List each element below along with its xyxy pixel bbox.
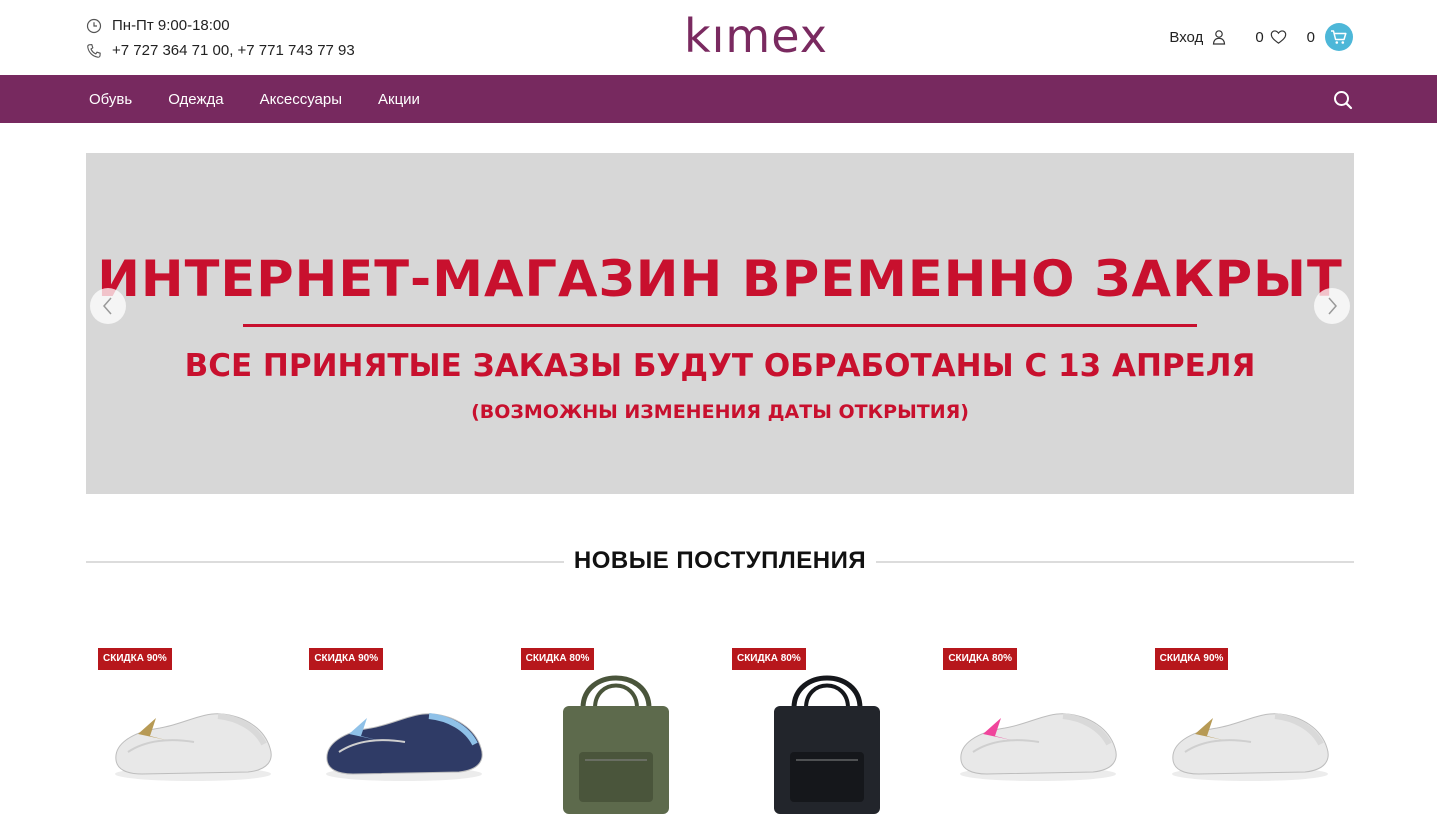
product-image: [326, 713, 483, 781]
product-image: [960, 713, 1117, 781]
working-hours: Пн-Пт 9:00-18:00: [86, 17, 230, 34]
hours-text: Пн-Пт 9:00-18:00: [112, 17, 230, 34]
nav-item-shoes[interactable]: Обувь: [89, 91, 132, 108]
slider-prev-button[interactable]: [90, 288, 126, 324]
chevron-right-icon: [1328, 297, 1337, 315]
product-card[interactable]: СКИДКА 90%: [297, 638, 508, 814]
header-actions: Вход 0 0: [1169, 22, 1353, 52]
cart-count: 0: [1306, 28, 1315, 46]
product-card[interactable]: СКИДКА 80%: [720, 638, 931, 814]
favorites-button[interactable]: 0: [1255, 29, 1286, 46]
clock-icon: [86, 18, 102, 33]
nav-item-clothing[interactable]: Одежда: [168, 91, 223, 108]
product-image: [562, 675, 669, 814]
discount-badge: СКИДКА 90%: [98, 648, 172, 670]
hero-banner[interactable]: ИНТЕРНЕТ-МАГАЗИН ВРЕМЕННО ЗАКРЫТ ВСЕ ПРИ…: [86, 153, 1354, 494]
phone-icon: [87, 43, 101, 58]
discount-badge: СКИДКА 90%: [309, 648, 384, 670]
banner-subtitle: ВСЕ ПРИНЯТЫЕ ЗАКАЗЫ БУДУТ ОБРАБОТАНЫ С 1…: [184, 348, 1256, 384]
site-header: Пн-Пт 9:00-18:00 +7 727 364 71 00, +7 77…: [0, 0, 1437, 75]
discount-badge: СКИДКА 80%: [943, 648, 1018, 670]
nav-item-sales[interactable]: Акции: [378, 91, 420, 108]
phone-numbers: +7 727 364 71 00, +7 771 743 77 93: [86, 42, 355, 59]
search-icon[interactable]: [1333, 90, 1353, 110]
favorites-count: 0: [1255, 28, 1264, 46]
phones-text[interactable]: +7 727 364 71 00, +7 771 743 77 93: [112, 42, 355, 59]
banner-title: ИНТЕРНЕТ-МАГАЗИН ВРЕМЕННО ЗАКРЫТ: [97, 250, 1343, 308]
nav-menu: Обувь Одежда Аксессуары Акции: [89, 75, 456, 123]
login-link[interactable]: Вход: [1169, 29, 1227, 46]
site-logo[interactable]: kımex: [684, 10, 828, 62]
cart-button[interactable]: 0: [1307, 23, 1353, 51]
product-image: [1171, 713, 1329, 781]
nav-item-accessories[interactable]: Аксессуары: [260, 91, 342, 108]
heart-icon: [1270, 30, 1286, 44]
discount-badge: СКИДКА 80%: [520, 648, 595, 670]
discount-badge: СКИДКА 80%: [731, 648, 806, 670]
product-image: [115, 713, 272, 781]
slider-next-button[interactable]: [1314, 288, 1350, 324]
cart-icon-badge: [1325, 23, 1353, 51]
section-title: НОВЫЕ ПОСТУПЛЕНИЯ: [573, 547, 867, 574]
banner-note: (ВОЗМОЖНЫ ИЗМЕНЕНИЯ ДАТЫ ОТКРЫТИЯ): [471, 401, 969, 423]
user-icon: [1213, 30, 1226, 45]
login-label: Вход: [1169, 28, 1204, 46]
product-card[interactable]: СКИДКА 80%: [509, 638, 720, 814]
product-card[interactable]: СКИДКА 90%: [1143, 638, 1354, 814]
product-image: [773, 675, 880, 814]
new-arrivals-header: НОВЫЕ ПОСТУПЛЕНИЯ: [86, 545, 1354, 579]
cart-icon: [1331, 30, 1347, 44]
main-navigation: Обувь Одежда Аксессуары Акции: [0, 75, 1437, 123]
product-card[interactable]: СКИДКА 90%: [86, 638, 297, 814]
product-card[interactable]: СКИДКА 80%: [931, 638, 1142, 814]
product-carousel: СКИДКА 90% СКИДКА 90% СКИДКА 80% СКИДКА …: [86, 638, 1354, 814]
banner-divider: [243, 324, 1197, 327]
chevron-left-icon: [103, 297, 112, 315]
discount-badge: СКИДКА 90%: [1154, 648, 1229, 670]
